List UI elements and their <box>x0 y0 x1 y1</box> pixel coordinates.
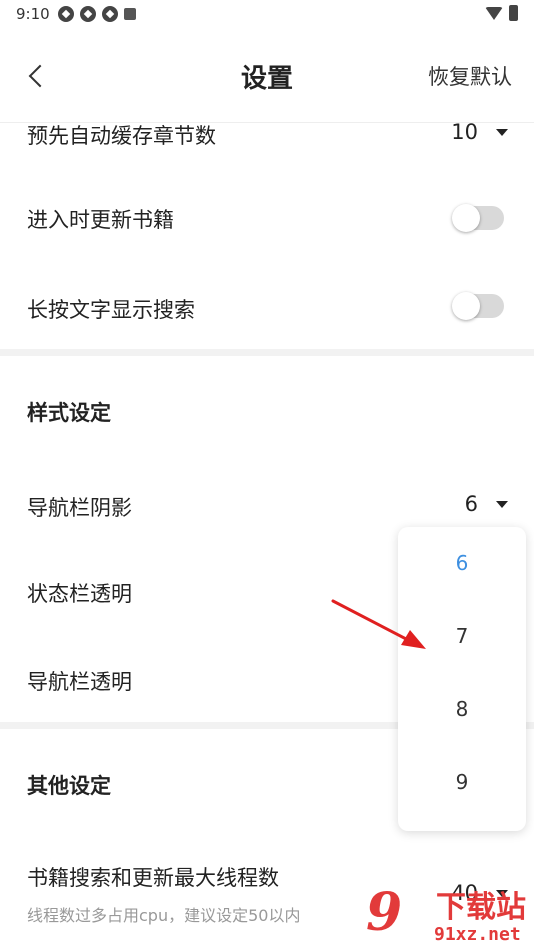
watermark-logo: 9 下载站 91xz.net <box>366 880 534 950</box>
watermark-url: 91xz.net <box>434 924 521 945</box>
watermark-mark: 9 <box>366 882 402 943</box>
annotation-arrow-icon <box>331 599 426 649</box>
watermark-title: 下载站 <box>436 890 526 925</box>
